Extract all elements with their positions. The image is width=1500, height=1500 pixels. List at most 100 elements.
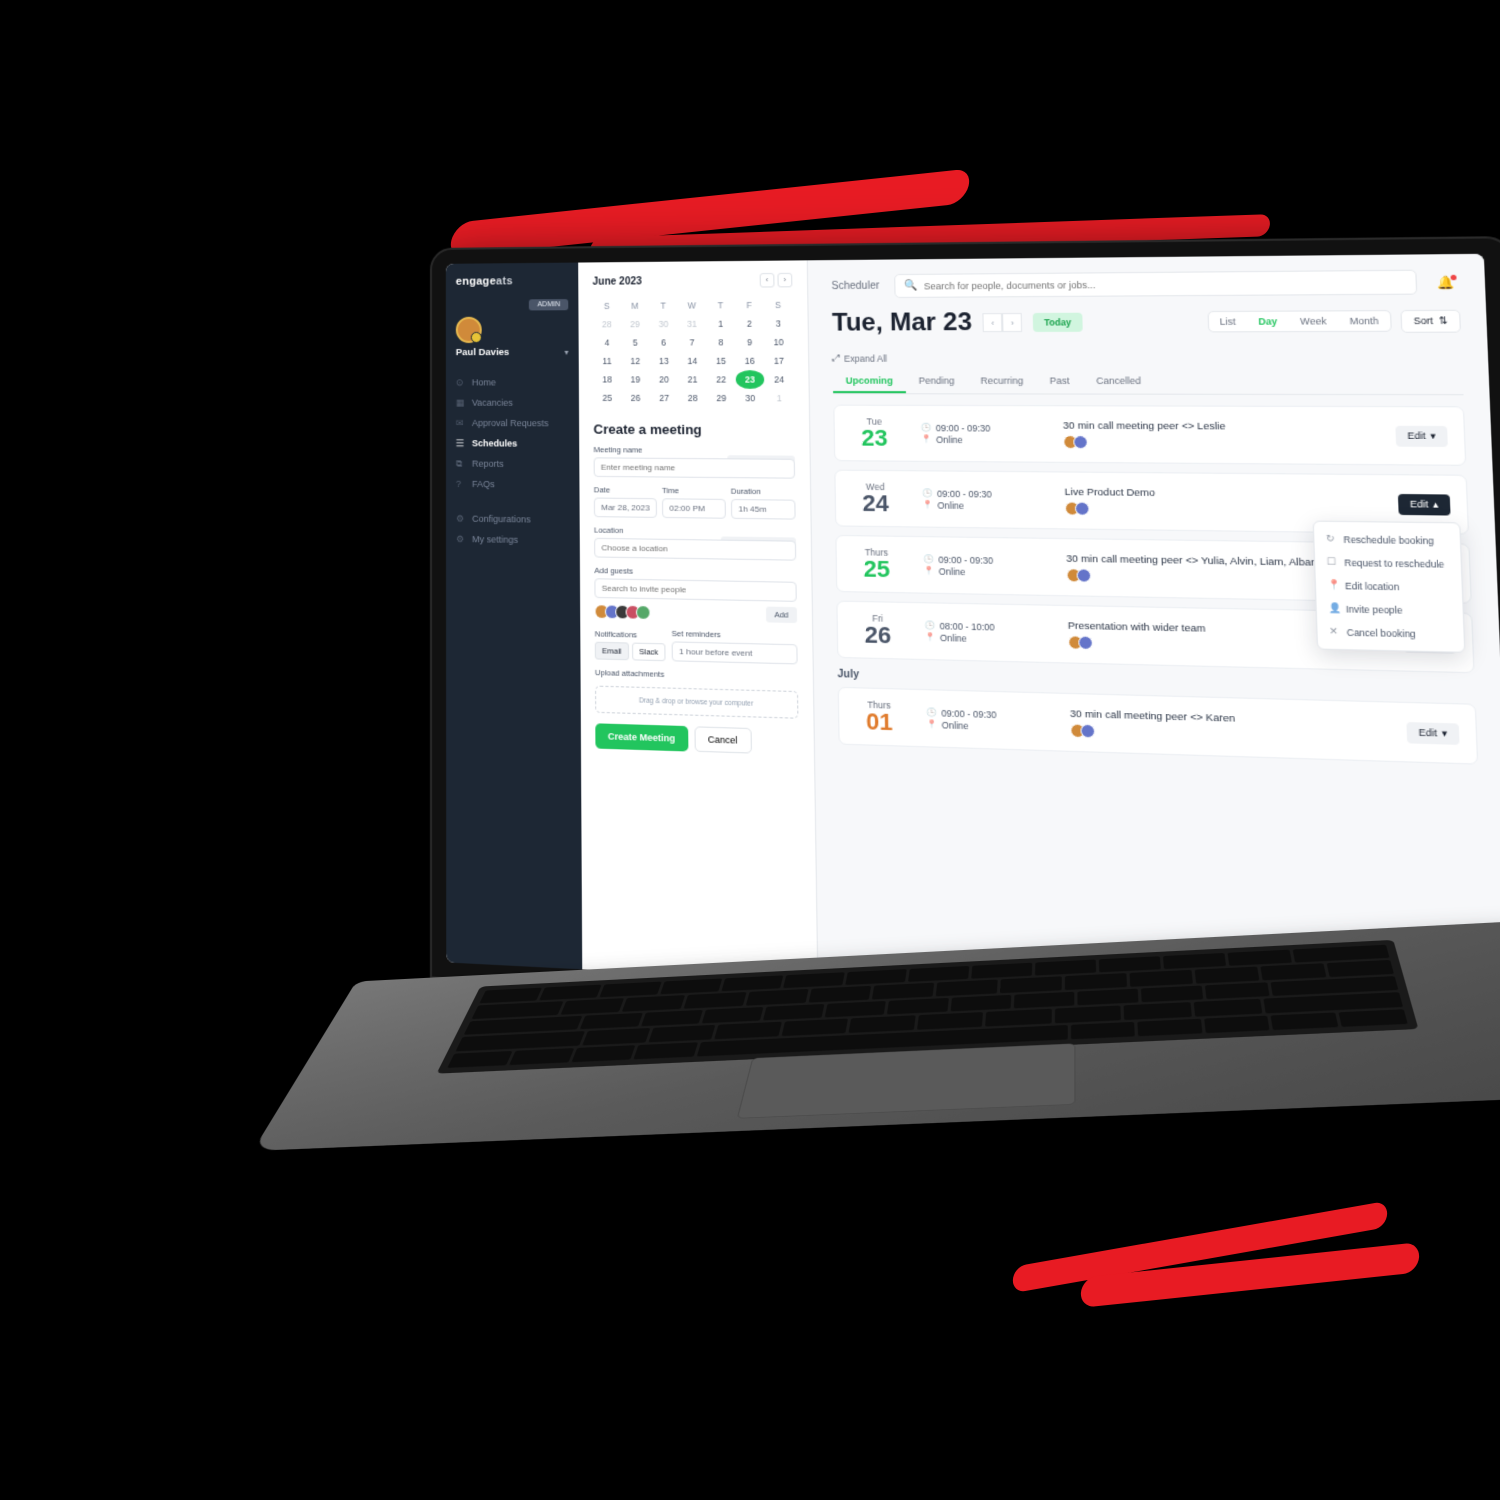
add-guest-button[interactable]: Add: [766, 607, 797, 624]
calendar-day[interactable]: 15: [707, 352, 736, 371]
calendar-day[interactable]: 2: [735, 314, 764, 333]
sidebar-item-vacancies[interactable]: ▦Vacancies: [456, 392, 569, 413]
sort-button[interactable]: Sort⇅: [1400, 309, 1461, 332]
calendar-day[interactable]: 31: [678, 315, 707, 334]
attendee-avatar[interactable]: [1078, 635, 1093, 649]
location-input[interactable]: [594, 538, 796, 561]
menu-item-reschedule-booking[interactable]: ↻Reschedule booking: [1314, 527, 1460, 552]
notifications-label: Notifications: [595, 629, 666, 640]
calendar-day[interactable]: 28: [678, 389, 707, 408]
attachments-label: Upload attachments: [595, 668, 798, 683]
calendar-day[interactable]: 19: [621, 370, 650, 388]
guest-avatar[interactable]: [636, 605, 651, 620]
attendee-avatar[interactable]: [1075, 501, 1090, 515]
mini-calendar[interactable]: SMTWTFS 28293031123456789101112131415161…: [593, 296, 794, 408]
tab-recurring[interactable]: Recurring: [967, 370, 1037, 393]
calendar-day[interactable]: 21: [678, 370, 707, 389]
attachment-dropzone[interactable]: Drag & drop or browse your computer: [595, 686, 798, 719]
calendar-day[interactable]: 20: [650, 370, 679, 389]
calendar-day[interactable]: 16: [735, 352, 764, 371]
calendar-day[interactable]: 5: [621, 333, 649, 351]
notifications-bell-icon[interactable]: 🔔: [1437, 274, 1455, 289]
sidebar-item-my-settings[interactable]: ⚙My settings: [456, 529, 570, 551]
edit-event-button[interactable]: Edit ▾: [1406, 721, 1459, 744]
tab-past[interactable]: Past: [1036, 370, 1083, 393]
menu-item-edit-location[interactable]: 📍Edit location: [1316, 573, 1463, 599]
edit-event-button[interactable]: Edit ▴: [1398, 493, 1451, 515]
notif-slack-option[interactable]: Slack: [632, 643, 666, 662]
sidebar-item-reports[interactable]: ⧉Reports: [456, 453, 569, 474]
calendar-day[interactable]: 14: [678, 352, 707, 371]
sidebar-item-home[interactable]: ⊙Home: [456, 372, 569, 392]
calendar-day[interactable]: 8: [706, 333, 735, 352]
calendar-day[interactable]: 30: [649, 315, 678, 334]
menu-item-request-to-reschedule[interactable]: ☐Request to reschedule: [1315, 550, 1461, 575]
prev-day-button[interactable]: ‹: [983, 313, 1003, 332]
calendar-day[interactable]: 6: [649, 333, 678, 352]
calendar-day[interactable]: 1: [706, 314, 735, 333]
meeting-name-input[interactable]: [594, 457, 795, 478]
calendar-day[interactable]: 9: [735, 333, 764, 352]
sidebar-item-faqs[interactable]: ?FAQs: [456, 474, 569, 496]
calendar-day[interactable]: 24: [764, 370, 793, 389]
calendar-day[interactable]: 29: [621, 315, 649, 334]
create-meeting-button[interactable]: Create Meeting: [595, 723, 688, 751]
calendar-day[interactable]: 25: [593, 389, 621, 408]
view-list[interactable]: List: [1208, 312, 1247, 331]
time-label: Time: [662, 486, 726, 496]
calendar-next[interactable]: ›: [777, 273, 792, 288]
calendar-day[interactable]: 30: [736, 389, 765, 408]
chevron-up-icon: ▴: [1433, 498, 1439, 510]
calendar-day[interactable]: 17: [764, 351, 793, 370]
calendar-dow: F: [735, 296, 764, 315]
view-month[interactable]: Month: [1338, 311, 1391, 331]
attendee-avatar[interactable]: [1073, 435, 1088, 449]
tab-upcoming[interactable]: Upcoming: [833, 370, 906, 393]
sidebar-item-configurations[interactable]: ⚙Configurations: [456, 508, 569, 530]
calendar-day[interactable]: 26: [621, 389, 650, 408]
duration-input[interactable]: [731, 499, 796, 520]
date-input[interactable]: [594, 498, 657, 518]
attendee-avatar[interactable]: [1080, 723, 1095, 738]
sidebar-item-schedules[interactable]: ☰Schedules: [456, 433, 569, 454]
time-input[interactable]: [662, 498, 726, 519]
view-week[interactable]: Week: [1288, 311, 1338, 331]
reminders-label: Set reminders: [672, 629, 798, 641]
calendar-day[interactable]: 12: [621, 352, 649, 370]
calendar-day[interactable]: 10: [764, 333, 793, 352]
calendar-day[interactable]: 23: [736, 370, 765, 389]
calendar-day[interactable]: 13: [649, 352, 678, 371]
menu-item-cancel-booking[interactable]: ✕Cancel booking: [1317, 620, 1464, 646]
calendar-day[interactable]: 18: [593, 370, 621, 388]
today-button[interactable]: Today: [1033, 313, 1082, 332]
next-day-button[interactable]: ›: [1002, 313, 1022, 332]
calendar-day[interactable]: 22: [707, 370, 736, 389]
calendar-day[interactable]: 11: [593, 352, 621, 370]
view-day[interactable]: Day: [1247, 312, 1289, 332]
calendar-prev[interactable]: ‹: [760, 273, 775, 288]
calendar-day[interactable]: 28: [593, 315, 621, 333]
sidebar-item-approval-requests[interactable]: ✉Approval Requests: [456, 413, 569, 434]
chevron-down-icon[interactable]: ▾: [564, 348, 568, 357]
edit-event-button[interactable]: Edit ▾: [1395, 425, 1448, 446]
attendee-avatar[interactable]: [1076, 568, 1091, 582]
global-search[interactable]: 🔍: [894, 270, 1417, 298]
cancel-button[interactable]: Cancel: [694, 726, 751, 753]
calendar-day[interactable]: 7: [678, 333, 707, 352]
calendar-day[interactable]: 4: [593, 333, 621, 351]
calendar-day[interactable]: 29: [707, 389, 736, 408]
tab-pending[interactable]: Pending: [906, 370, 968, 393]
user-avatar[interactable]: [456, 317, 482, 343]
notif-email-option[interactable]: Email: [595, 642, 629, 661]
calendar-day[interactable]: 1: [765, 389, 794, 408]
menu-item-invite-people[interactable]: 👤Invite people: [1316, 597, 1463, 623]
search-input[interactable]: [924, 277, 1407, 291]
event-card: Thurs 01 🕒09:00 - 09:30 📍Online 30 min c…: [838, 687, 1479, 765]
reminder-select[interactable]: [672, 641, 798, 664]
expand-all-toggle[interactable]: ⤢ Expand All: [832, 351, 1462, 364]
calendar-day[interactable]: 27: [650, 389, 679, 408]
guests-input[interactable]: [594, 578, 796, 602]
calendar-day[interactable]: 3: [764, 314, 793, 333]
tab-cancelled[interactable]: Cancelled: [1083, 370, 1155, 394]
guests-label: Add guests: [594, 566, 796, 579]
